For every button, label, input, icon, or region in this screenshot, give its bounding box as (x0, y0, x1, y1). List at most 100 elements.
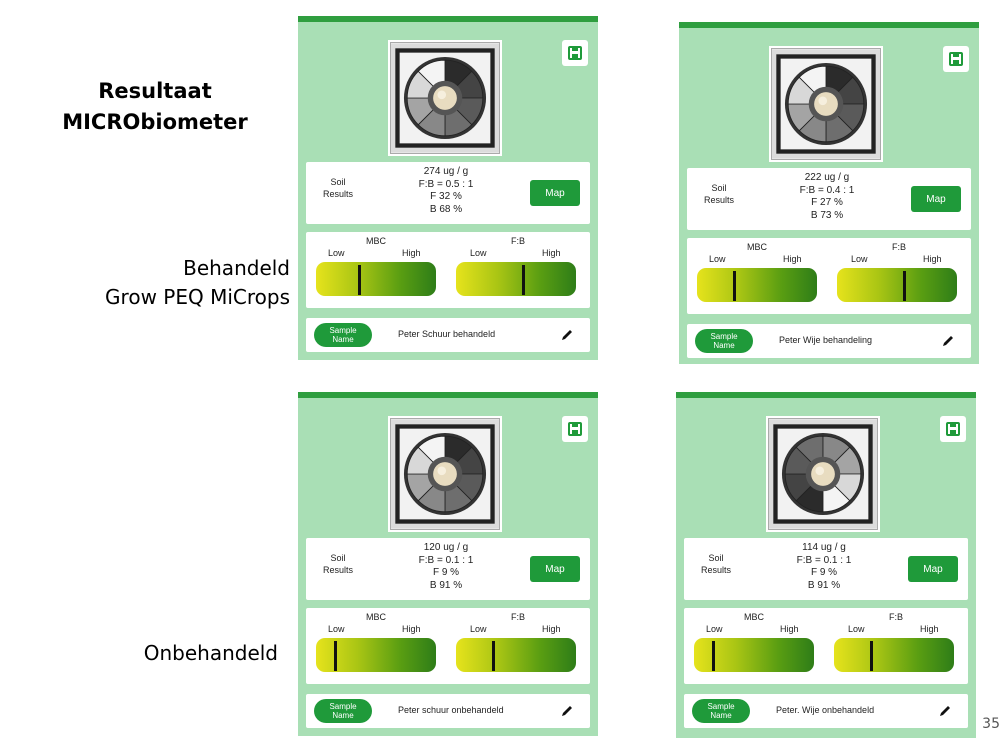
result-values: 222 ug / g F:B = 0.4 : 1 F 27 % B 73 % (767, 172, 887, 222)
soil-label-line1: Soil (708, 553, 724, 563)
sample-label-line2: Name (713, 341, 735, 350)
sample-name-button[interactable]: Sample Name (692, 699, 750, 723)
save-button[interactable] (943, 46, 969, 72)
mbc-gauge-bar (316, 262, 436, 296)
fungi-percent: F 9 % (432, 567, 460, 578)
fb-gauge-bar (837, 268, 957, 302)
mbc-gauge-bar (694, 638, 814, 672)
soil-results-label: Soil Results (318, 176, 358, 200)
slide-title-line2: MICRObiometer (62, 110, 248, 134)
fb-gauge-marker (870, 641, 873, 671)
soil-results-panel: Soil Results 222 ug / g F:B = 0.4 : 1 F … (687, 168, 971, 230)
soil-label-line1: Soil (711, 183, 727, 193)
bacteria-percent: B 91 % (807, 579, 841, 591)
sample-name-button[interactable]: Sample Name (314, 323, 372, 347)
fb-high-label: High (542, 624, 561, 634)
treated-label-line1: Behandeld (183, 256, 290, 280)
mbc-high-label: High (402, 248, 421, 258)
sample-name-panel: Sample Name Peter. Wije onbehandeld (684, 694, 968, 728)
fb-gauge-title: F:B (510, 236, 525, 246)
fb-gauge-bar (456, 638, 576, 672)
fb-ratio-value: F:B = 0.1 : 1 (418, 554, 474, 566)
mbc-low-label: Low (328, 248, 345, 258)
slide-title: Resultaat MICRObiometer (60, 76, 250, 138)
pencil-icon[interactable] (938, 704, 952, 718)
save-button[interactable] (940, 416, 966, 442)
save-icon (568, 422, 582, 436)
pencil-icon[interactable] (560, 328, 574, 342)
soil-sample-photo (768, 418, 878, 530)
soil-label-line1: Soil (330, 177, 346, 187)
result-card-2: Soil Results 222 ug / g F:B = 0.4 : 1 F … (679, 22, 979, 364)
soil-results-label: Soil Results (699, 182, 739, 206)
map-button[interactable]: Map (908, 556, 958, 582)
result-card-1: Soil Results 274 ug / g F:B = 0.5 : 1 F … (298, 16, 598, 360)
sample-label-line1: Sample (329, 326, 357, 335)
pencil-icon[interactable] (941, 334, 955, 348)
soil-results-panel: Soil Results 274 ug / g F:B = 0.5 : 1 F … (306, 162, 590, 224)
fb-ratio-value: F:B = 0.4 : 1 (799, 184, 855, 196)
bacteria-percent: B 73 % (810, 209, 844, 221)
result-values: 274 ug / g F:B = 0.5 : 1 F 32 % B 68 % (386, 166, 506, 216)
soil-results-panel: Soil Results 120 ug / g F:B = 0.1 : 1 F … (306, 538, 590, 600)
soil-label-line2: Results (700, 565, 731, 575)
mbc-gauge-bar (697, 268, 817, 302)
fb-ratio-value: F:B = 0.1 : 1 (796, 554, 852, 566)
pencil-icon[interactable] (560, 704, 574, 718)
mbc-gauge-marker (358, 265, 361, 295)
mbc-gauge-title: MBC (366, 612, 386, 622)
save-button[interactable] (562, 416, 588, 442)
treated-label: Behandeld Grow PEQ MiCrops (60, 254, 290, 312)
sample-name-text: Peter. Wije onbehandeld (776, 705, 875, 715)
result-values: 114 ug / g F:B = 0.1 : 1 F 9 % B 91 % (764, 542, 884, 592)
color-wheel-image (391, 420, 499, 528)
map-button[interactable]: Map (530, 556, 580, 582)
bacteria-percent: B 91 % (429, 579, 463, 591)
mbc-gauge-title: MBC (747, 242, 767, 252)
fb-high-label: High (542, 248, 561, 258)
sample-label-line1: Sample (329, 702, 357, 711)
sample-name-panel: Sample Name Peter Wije behandeling (687, 324, 971, 358)
color-wheel-image (769, 420, 877, 528)
sample-name-panel: Sample Name Peter schuur onbehandeld (306, 694, 590, 728)
soil-results-label: Soil Results (696, 552, 736, 576)
fb-low-label: Low (470, 248, 487, 258)
result-card-4: Soil Results 114 ug / g F:B = 0.1 : 1 F … (676, 392, 976, 738)
mbc-gauge-marker (712, 641, 715, 671)
sample-name-button[interactable]: Sample Name (314, 699, 372, 723)
soil-sample-photo (390, 418, 500, 530)
save-button[interactable] (562, 40, 588, 66)
fb-low-label: Low (848, 624, 865, 634)
mbc-gauge-bar (316, 638, 436, 672)
map-button[interactable]: Map (530, 180, 580, 206)
mbc-gauge-title: MBC (366, 236, 386, 246)
mbc-high-label: High (402, 624, 421, 634)
result-values: 120 ug / g F:B = 0.1 : 1 F 9 % B 91 % (386, 542, 506, 592)
fb-gauge-marker (903, 271, 906, 301)
fb-gauge-title: F:B (510, 612, 525, 622)
fungi-percent: F 9 % (810, 567, 838, 578)
sample-label-line1: Sample (710, 332, 738, 341)
fb-gauge-title: F:B (888, 612, 903, 622)
treated-label-line2: Grow PEQ MiCrops (105, 285, 290, 309)
gauges-panel: MBC Low High F:B Low High (684, 608, 968, 684)
save-icon (946, 422, 960, 436)
sample-label-line2: Name (710, 711, 732, 720)
sample-name-button[interactable]: Sample Name (695, 329, 753, 353)
mbc-value: 114 ug / g (802, 542, 846, 553)
mbc-value: 222 ug / g (804, 172, 850, 183)
fb-gauge-marker (522, 265, 525, 295)
color-wheel-image (391, 44, 499, 152)
fb-high-label: High (923, 254, 942, 264)
mbc-gauge-marker (733, 271, 736, 301)
sample-label-line2: Name (332, 711, 354, 720)
map-button[interactable]: Map (911, 186, 961, 212)
soil-results-label: Soil Results (318, 552, 358, 576)
fb-gauge-title: F:B (891, 242, 906, 252)
gauges-panel: MBC Low High F:B Low High (306, 232, 590, 308)
mbc-gauge-title: MBC (744, 612, 764, 622)
untreated-label: Onbehandeld (60, 639, 278, 668)
result-card-3: Soil Results 120 ug / g F:B = 0.1 : 1 F … (298, 392, 598, 736)
soil-sample-photo (771, 48, 881, 160)
soil-label-line2: Results (703, 195, 734, 205)
